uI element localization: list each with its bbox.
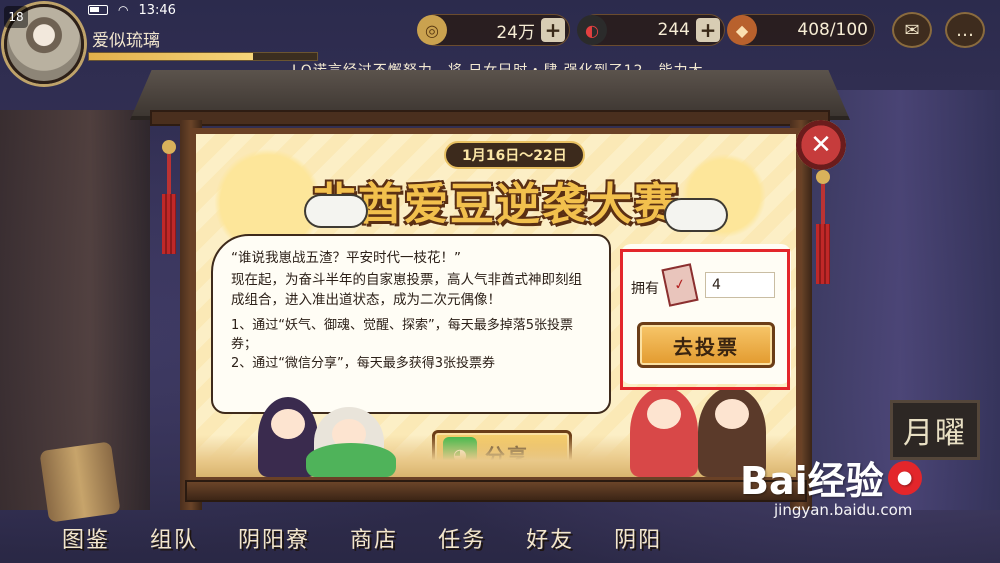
event-rule-2: 2、通过“微信分享”，每天最多获得3张投票券 [231,356,496,371]
add-jade-button[interactable]: + [696,18,720,42]
scroll-icon[interactable] [39,441,121,523]
nav-item-shop[interactable]: 商店 [350,522,398,554]
chat-icon: … [956,19,974,41]
mail-icon: ✉ [904,19,920,41]
mail-button[interactable]: ✉ [892,12,932,48]
battery-icon [88,5,108,15]
tassel-left [162,140,176,260]
wifi-icon: ◠ [118,3,129,17]
watermark-brand: Bai经验 [740,459,884,503]
jade-icon: ◐ [577,15,607,45]
stamina-counter: ◆ 408/100 [727,14,875,46]
exp-bar-fill [89,53,254,60]
coin-value: 24万 [496,22,535,43]
event-description: 现在起，为奋斗半年的自家崽投票，高人气非酋式神即刻组成组合，进入准出道状态，成为… [231,272,582,308]
event-quote: “谁说我崽战五渣？平安时代一枝花！” [231,250,461,266]
billboard-ledge [185,480,807,502]
cloud-decoration-right [666,200,726,230]
bottom-nav: 图鉴 组队 阴阳寮 商店 任务 好友 阴阳 [40,512,960,563]
nav-item-onmyoji[interactable]: 阴阳 [614,522,662,554]
tassel-right [816,170,830,290]
device-status-bar: ◠ 13:46 [88,0,176,20]
nav-item-guild[interactable]: 阴阳寮 [238,522,310,554]
close-button[interactable]: ✕ [796,120,846,170]
nav-item-quest[interactable]: 任务 [438,522,486,554]
close-icon: ✕ [810,130,832,160]
jade-value: 244 [657,20,690,40]
player-name: 爱似琉璃 [92,31,160,51]
coin-icon: ◎ [417,15,447,45]
jade-counter: ◐ 244 + [577,14,725,46]
chibi-character-3 [630,387,698,477]
coin-counter: ◎ 24万 + [417,14,570,46]
highlight-annotation [620,249,790,390]
event-date: 1月16日～22日 [444,141,585,169]
baidu-watermark: Bai经验 ● jingyan.baidu.com [740,450,922,519]
nav-item-team[interactable]: 组队 [150,522,198,554]
stamina-icon: ◆ [727,15,757,45]
exp-bar [88,52,318,61]
cloud-decoration-left [306,196,366,226]
add-coins-button[interactable]: + [541,18,565,42]
event-description-card: “谁说我崽战五渣？平安时代一枝花！” 现在起，为奋斗半年的自家崽投票，高人气非酋… [211,234,611,414]
stamina-value: 408/100 [797,20,868,40]
chat-button[interactable]: … [945,12,985,48]
nav-item-handbook[interactable]: 图鉴 [62,522,110,554]
billboard-beam [150,110,830,126]
player-level-badge: 18 [4,6,28,28]
chibi-mascot [306,443,396,477]
nav-item-friends[interactable]: 好友 [526,522,574,554]
event-rule-1: 1、通过“妖气、御魂、觉醒、探索”，每天最多掉落5张投票券； [231,318,574,352]
clock: 13:46 [138,2,176,18]
paw-icon: ● [887,460,922,495]
watermark-url: jingyan.baidu.com [774,501,913,519]
